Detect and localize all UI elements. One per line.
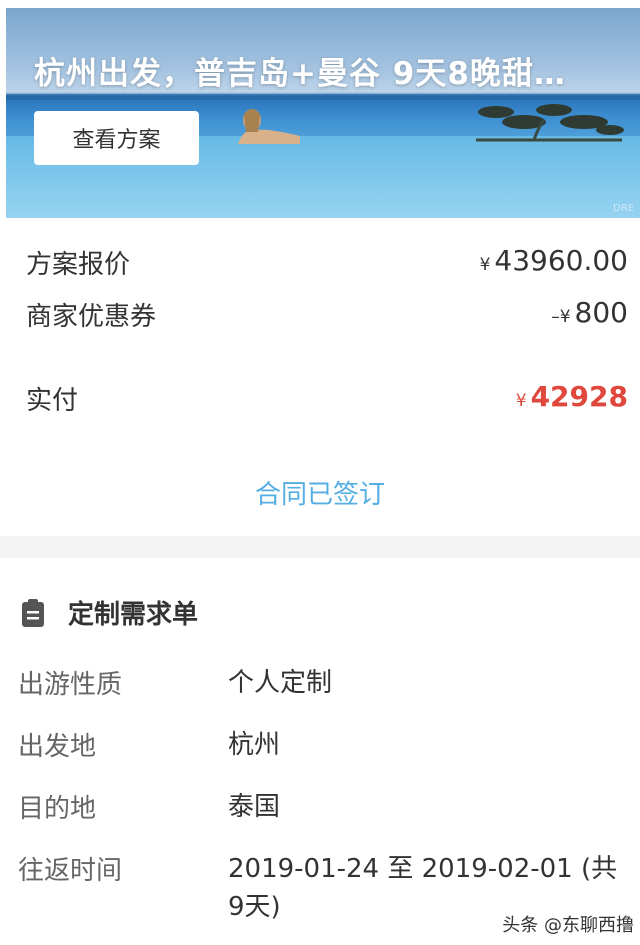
quote-label: 方案报价 (26, 250, 131, 280)
quote-currency: ¥ (479, 255, 491, 275)
requirements-title: 定制需求单 (68, 600, 199, 630)
banner[interactable]: 杭州出发，普吉岛+曼谷 9天8晚甜… 查看方案 DRE (6, 8, 640, 218)
banner-title: 杭州出发，普吉岛+曼谷 9天8晚甜… (34, 56, 566, 92)
field-key: 往返时间 (18, 856, 123, 886)
field-value: 个人定制 (228, 668, 333, 698)
banner-tree-image (476, 104, 624, 142)
watermark: 头条 @东聊西撸 (502, 915, 634, 936)
banner-corner-mark: DRE (613, 203, 634, 214)
paid-label: 实付 (26, 386, 79, 416)
field-value: 泰国 (228, 792, 281, 822)
section-divider (0, 536, 640, 558)
coupon-value: –¥ 800 (551, 296, 628, 329)
quote-amount: 43960.00 (494, 244, 628, 277)
field-key: 目的地 (18, 794, 97, 824)
pricing-section: 方案报价 ¥43960.00 商家优惠券 –¥ 800 实付 ¥42928 合同已… (0, 218, 640, 536)
paid-amount: 42928 (530, 380, 628, 413)
banner-person-image (238, 109, 300, 144)
clipboard-icon (22, 599, 44, 627)
paid-value: ¥42928 (516, 380, 628, 413)
paid-row: 实付 ¥42928 (26, 380, 628, 420)
coupon-amount: 800 (574, 296, 628, 329)
coupon-row: 商家优惠券 –¥ 800 (26, 296, 628, 336)
field-key: 出游性质 (18, 670, 123, 700)
contract-status-link[interactable]: 合同已签订 (0, 474, 640, 511)
view-plan-button[interactable]: 查看方案 (34, 111, 199, 165)
paid-currency: ¥ (515, 391, 527, 411)
coupon-prefix: –¥ (551, 307, 571, 327)
field-value: 杭州 (228, 730, 281, 760)
coupon-label: 商家优惠券 (26, 302, 157, 332)
field-key: 出发地 (18, 732, 97, 762)
requirements-section: 定制需求单 出游性质 个人定制 出发地 杭州 目的地 泰国 往返时间 2019-… (0, 558, 640, 945)
quote-value: ¥43960.00 (480, 244, 628, 277)
quote-row: 方案报价 ¥43960.00 (26, 244, 628, 284)
